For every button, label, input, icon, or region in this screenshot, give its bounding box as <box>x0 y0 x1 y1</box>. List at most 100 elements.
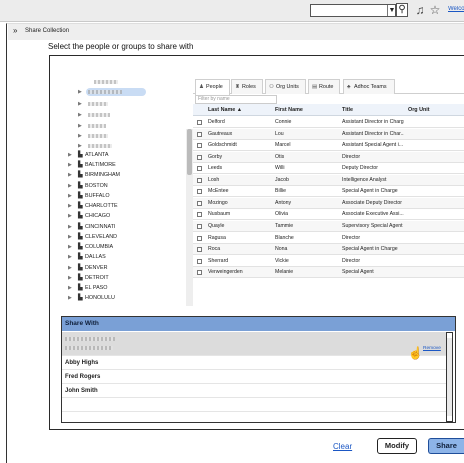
person-icon: ♟ <box>199 84 204 90</box>
cell-title: Director <box>342 153 361 160</box>
row-checkbox[interactable] <box>197 166 202 172</box>
tree-item-birmingham[interactable]: ▶ ▙ BIRMINGHAM <box>68 170 120 180</box>
tree-item-cincinnati[interactable]: ▶ ▙ CINCINNATI <box>68 222 115 232</box>
tree-item-cleveland[interactable]: ▶ ▙ CLEVELAND <box>68 232 117 242</box>
table-row[interactable]: Roca Nona Special Agent in Charge <box>193 244 464 256</box>
building-icon: ▙ <box>78 162 83 168</box>
table-row[interactable]: Leeds Willi Deputy Director <box>193 163 464 175</box>
row-checkbox[interactable] <box>197 223 202 229</box>
panel-title: Share Collection <box>25 28 70 34</box>
column-first-name[interactable]: First Name <box>275 104 303 116</box>
share-with-scrollbar-thumb[interactable] <box>447 338 452 416</box>
tree-scrollbar-thumb[interactable] <box>187 129 192 175</box>
tree-item-chicago[interactable]: ▶ ▙ CHICAGO <box>68 211 110 221</box>
tree-item-detroit[interactable]: ▶ ▙ DETROIT <box>68 273 109 283</box>
table-row[interactable]: Gorby Otis Director <box>193 151 464 163</box>
cell-last-name: Losh <box>208 176 220 183</box>
expand-arrow-icon: ▶ <box>68 295 72 301</box>
remove-link[interactable]: Remove <box>423 346 441 351</box>
row-checkbox[interactable] <box>197 154 202 160</box>
tree-item-boston[interactable]: ▶ ▙ BOSTON <box>68 181 108 191</box>
share-row[interactable] <box>62 356 446 370</box>
table-row[interactable]: Ragusa Blanche Director <box>193 233 464 244</box>
tree-item-columbia[interactable]: ▶ ▙ COLUMBIA <box>68 242 113 252</box>
cell-last-name: Gorby <box>208 153 223 160</box>
cell-title: Special Agent <box>342 269 374 276</box>
welcome-user-link[interactable]: Welco <box>448 6 464 12</box>
tree-item-dallas[interactable]: ▶ ▙ DALLAS <box>68 252 106 262</box>
tree-node[interactable]: ▶ <box>78 87 122 97</box>
table-row[interactable]: McEntee Billie Special Agent in Charge <box>193 186 464 198</box>
tab-org-units[interactable]: ⚇ Org Units <box>265 79 306 94</box>
tree-item-el-paso[interactable]: ▶ ▙ EL PASO <box>68 283 107 293</box>
tab-route[interactable]: ▤ Route <box>308 79 340 94</box>
row-checkbox[interactable] <box>197 247 202 253</box>
share-row-redacted[interactable] <box>62 342 446 356</box>
collapse-chevrons-icon[interactable]: » <box>13 26 17 36</box>
tree-node[interactable] <box>84 77 118 87</box>
building-icon: ▙ <box>78 265 83 271</box>
table-row[interactable]: Quayle Tammie Supervisory Special Agent <box>193 220 464 232</box>
share-row[interactable] <box>62 384 446 398</box>
column-last-name[interactable]: Last Name ▲ <box>208 104 242 116</box>
cell-title: Special Agent in Charge <box>342 188 398 195</box>
tree-node[interactable]: ▶ <box>78 131 108 141</box>
cell-title: Special Agent in Charge <box>342 246 398 253</box>
row-checkbox[interactable] <box>197 189 202 195</box>
cell-last-name: Gautreaux <box>208 130 233 137</box>
cell-first-name: Tammie <box>275 222 294 229</box>
row-checkbox[interactable] <box>197 131 202 137</box>
modify-button[interactable]: Modify <box>377 438 417 454</box>
row-checkbox[interactable] <box>197 120 202 125</box>
cell-title: Deputy Director <box>342 165 379 172</box>
cell-first-name: Connie <box>275 119 292 125</box>
share-row-empty <box>62 398 446 412</box>
share-button[interactable]: Share <box>428 438 464 454</box>
table-row[interactable]: Nusbaum Olivia Associate Executive Assi... <box>193 209 464 221</box>
tab-people[interactable]: ♟ People <box>195 79 230 95</box>
tree-item-atlanta[interactable]: ▶ ▙ ATLANTA <box>68 150 108 160</box>
cell-title: Associate Deputy Director <box>342 199 402 206</box>
row-checkbox[interactable] <box>197 200 202 206</box>
tree-item-baltimore[interactable]: ▶ ▙ BALTIMORE <box>68 160 116 170</box>
tree-item-charlotte[interactable]: ▶ ▙ CHARLOTTE <box>68 201 118 211</box>
chevron-down-icon[interactable]: ▼ <box>387 5 396 16</box>
table-row[interactable]: Goldschmidt Marcel Assistant Special Agent… <box>193 140 464 152</box>
row-checkbox[interactable] <box>197 258 202 264</box>
table-row[interactable]: Delford Connie Assistant Director in Charg… <box>193 117 464 128</box>
table-row[interactable]: Mozingo Antony Associate Deputy Director <box>193 197 464 209</box>
cell-title: Assistant Special Agent i... <box>342 142 404 149</box>
tree-node[interactable]: ▶ <box>78 99 108 109</box>
global-search-input[interactable] <box>310 4 396 17</box>
expand-arrow-icon: ▶ <box>68 224 72 230</box>
expand-arrow-icon: ▶ <box>68 234 72 240</box>
tree-node[interactable]: ▶ <box>78 121 106 131</box>
filter-by-name-input[interactable]: Filter by name <box>195 95 277 104</box>
row-checkbox[interactable] <box>197 212 202 218</box>
bell-icon[interactable]: ♫ <box>413 3 427 17</box>
expand-arrow-icon: ▶ <box>78 89 82 95</box>
tree-item-buffalo[interactable]: ▶ ▙ BUFFALO <box>68 191 110 201</box>
search-icon[interactable]: ⚲ <box>396 3 408 17</box>
row-checkbox[interactable] <box>197 235 202 241</box>
table-row[interactable]: Losh Jacob Intelligence Analyst <box>193 174 464 186</box>
star-icon[interactable]: ☆ <box>428 3 442 17</box>
table-row[interactable]: Gautreaux Lou Assistant Director in Char..… <box>193 128 464 140</box>
column-org-unit[interactable]: Org Unit <box>408 104 430 116</box>
column-title[interactable]: Title <box>342 104 353 116</box>
share-row[interactable] <box>62 370 446 384</box>
cell-last-name: Delford <box>208 119 225 125</box>
tree-node[interactable]: ▶ <box>78 110 110 120</box>
row-checkbox[interactable] <box>197 177 202 183</box>
table-row[interactable]: Verweingerden Melanie Special Agent <box>193 267 464 279</box>
tab-adhoc-teams[interactable]: ♣ Adhoc Teams <box>343 79 395 94</box>
row-checkbox[interactable] <box>197 143 202 149</box>
tab-roles[interactable]: ♜ Roles <box>231 79 263 94</box>
clear-button[interactable]: Clear <box>333 442 352 451</box>
building-icon: ▙ <box>78 213 83 219</box>
expand-arrow-icon: ▶ <box>78 123 82 129</box>
tree-item-honolulu[interactable]: ▶ ▙ HONOLULU <box>68 293 115 303</box>
table-row[interactable]: Sherrard Vickie Director <box>193 256 464 267</box>
row-checkbox[interactable] <box>197 270 202 276</box>
tree-item-denver[interactable]: ▶ ▙ DENVER <box>68 263 107 273</box>
